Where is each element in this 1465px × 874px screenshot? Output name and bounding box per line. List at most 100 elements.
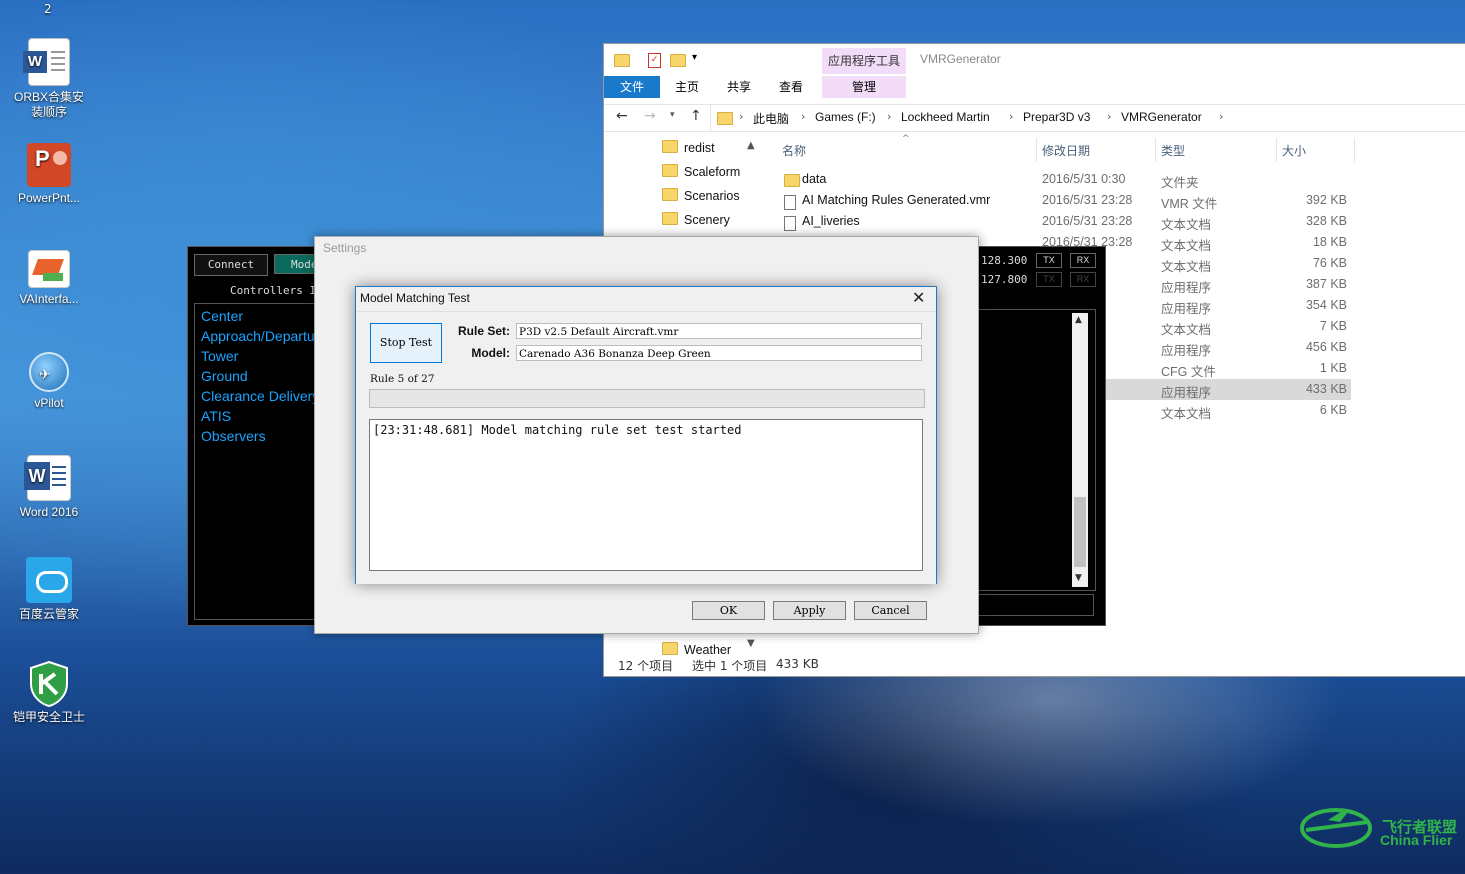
file-size: 1 KB [1319, 361, 1347, 375]
watermark-logo [1298, 800, 1378, 859]
file-type: 应用程序 [1161, 302, 1212, 316]
nav-item[interactable]: Weather [662, 642, 731, 657]
new-folder-icon[interactable] [670, 54, 686, 67]
scroll-thumb[interactable] [1074, 497, 1086, 567]
desktop-icon-vainterface[interactable]: VAInterfa... [4, 250, 94, 307]
column-header-date[interactable]: 修改日期 [1042, 142, 1090, 159]
file-size: 392 KB [1305, 193, 1347, 207]
recent-chevron-icon[interactable]: ▾ [670, 110, 675, 120]
properties-icon[interactable]: ✓ [648, 53, 661, 68]
message-scrollbar[interactable]: ▲ ▼ [1072, 313, 1088, 587]
controller-category-tower[interactable]: Tower [201, 348, 238, 364]
file-size: 18 KB [1312, 235, 1347, 249]
file-name: AI Matching Rules Generated.vmr [802, 193, 991, 207]
cancel-button[interactable]: Cancel [854, 601, 927, 620]
dialog-title: Model Matching Test [360, 291, 470, 305]
scroll-down-icon[interactable]: ▼ [1075, 573, 1082, 583]
desktop-icon-vpilot[interactable]: ✈ vPilot [4, 352, 94, 411]
controller-category-delivery[interactable]: Clearance Delivery [201, 388, 315, 404]
controller-category-atis[interactable]: ATIS [201, 408, 231, 424]
com2-rx-indicator[interactable]: RX [1070, 272, 1096, 287]
scroll-down-icon[interactable]: ▼ [747, 638, 755, 649]
word-icon: W [24, 455, 71, 501]
com1-frequency: 128.300 [981, 254, 1028, 267]
controller-category-center[interactable]: Center [201, 308, 243, 324]
folder-icon [717, 112, 733, 125]
scroll-up-icon[interactable]: ▲ [747, 140, 755, 151]
connect-button[interactable]: Connect [194, 254, 268, 276]
chevron-down-icon[interactable]: ▾ [692, 52, 697, 63]
desktop-icon-orbx[interactable]: W ORBX合集安装顺序 [4, 38, 94, 120]
nav-item[interactable]: Scenery [662, 212, 730, 227]
rule-set-label: Rule Set: [457, 324, 510, 338]
stop-test-button[interactable]: Stop Test [370, 323, 442, 363]
breadcrumb-item[interactable]: 此电脑 [753, 110, 789, 127]
forward-icon[interactable]: → [644, 108, 656, 124]
controllers-panel[interactable]: Center Approach/Departure Tower Ground C… [194, 303, 316, 620]
breadcrumb-item[interactable]: Games (F:) [815, 110, 876, 124]
file-type: 文本文档 [1161, 323, 1212, 337]
file-row[interactable]: AI Matching Rules Generated.vmr 2016/5/31… [776, 190, 1351, 211]
mode-button[interactable]: Mode [274, 254, 318, 274]
close-icon[interactable]: ✕ [912, 288, 925, 307]
file-row[interactable]: data 2016/5/31 0:30 文件夹 [776, 169, 1351, 190]
desktop-icon-label: VAInterfa... [19, 292, 79, 306]
scroll-up-icon[interactable]: ▲ [1075, 315, 1082, 325]
command-input[interactable] [976, 594, 1094, 616]
vpilot-icon: ✈ [29, 352, 69, 392]
folder-icon [662, 140, 678, 153]
file-name: AI_liveries [802, 214, 860, 228]
file-size: 7 KB [1319, 319, 1347, 333]
file-type: VMR 文件 [1161, 197, 1218, 211]
file-name: data [802, 172, 827, 186]
file-type: 文件夹 [1161, 176, 1199, 190]
controller-category-approach[interactable]: Approach/Departure [201, 328, 315, 344]
column-header-type[interactable]: 类型 [1161, 142, 1185, 159]
desktop-icon-word[interactable]: W Word 2016 [4, 455, 94, 520]
file-icon [784, 216, 796, 231]
controller-category-observers[interactable]: Observers [201, 428, 266, 444]
column-header-size[interactable]: 大小 [1282, 142, 1306, 159]
column-header-name[interactable]: 名称 [782, 142, 806, 159]
model-matching-test-dialog[interactable]: Model Matching Test ✕ Stop Test Rule Set… [355, 286, 937, 584]
com2-frequency: 127.800 [981, 273, 1028, 286]
desktop-icon-powerpoint[interactable]: P PowerPnt... [4, 143, 94, 206]
desktop-icon-baidu[interactable]: 百度云管家 [4, 557, 94, 622]
tab-manage[interactable]: 管理 [822, 76, 906, 98]
file-row[interactable]: AI_liveries 2016/5/31 23:28 文本文档 328 KB [776, 211, 1351, 232]
log-textbox[interactable]: [23:31:48.681] Model matching rule set t… [369, 419, 923, 571]
log-line: [23:31:48.681] Model matching rule set t… [373, 423, 742, 437]
breadcrumb-item[interactable]: Lockheed Martin [901, 110, 990, 124]
nav-item[interactable]: redist [662, 140, 715, 155]
com1-rx-indicator[interactable]: RX [1070, 253, 1096, 268]
status-selected: 选中 1 个项目 [692, 659, 768, 673]
rule-set-field[interactable]: P3D v2.5 Default Aircraft.vmr [516, 323, 922, 339]
com2-tx-indicator[interactable]: TX [1036, 272, 1062, 287]
model-label: Model: [471, 346, 510, 360]
ok-button[interactable]: OK [692, 601, 765, 620]
progress-bar [369, 389, 925, 408]
tab-view[interactable]: 查看 [766, 76, 816, 98]
status-item-count: 12 个项目 [618, 659, 674, 673]
file-date: 2016/5/31 23:28 [1042, 193, 1133, 207]
controller-category-ground[interactable]: Ground [201, 368, 248, 384]
back-icon[interactable]: ← [616, 108, 628, 124]
nav-item[interactable]: Scaleform [662, 164, 740, 179]
file-type: 应用程序 [1161, 344, 1212, 358]
apply-button[interactable]: Apply [773, 601, 846, 620]
tab-file[interactable]: 文件 [604, 76, 660, 98]
file-size: 328 KB [1305, 214, 1347, 228]
tab-home[interactable]: 主页 [662, 76, 712, 98]
shield-icon [27, 660, 71, 708]
com1-tx-indicator[interactable]: TX [1036, 253, 1062, 268]
desktop-icon-shield[interactable]: 铠甲安全卫士 [4, 660, 94, 725]
tab-share[interactable]: 共享 [714, 76, 764, 98]
breadcrumb-item[interactable]: VMRGenerator [1121, 110, 1202, 124]
up-icon[interactable]: ↑ [690, 108, 702, 124]
powerpoint-icon: P [27, 143, 71, 187]
breadcrumb[interactable]: › 此电脑 › Games (F:) › Lockheed Martin › P… [710, 105, 1463, 131]
breadcrumb-item[interactable]: Prepar3D v3 [1023, 110, 1090, 124]
nav-item[interactable]: Scenarios [662, 188, 740, 203]
watermark-en: China Flier [1380, 832, 1453, 848]
model-field[interactable]: Carenado A36 Bonanza Deep Green [516, 345, 922, 361]
